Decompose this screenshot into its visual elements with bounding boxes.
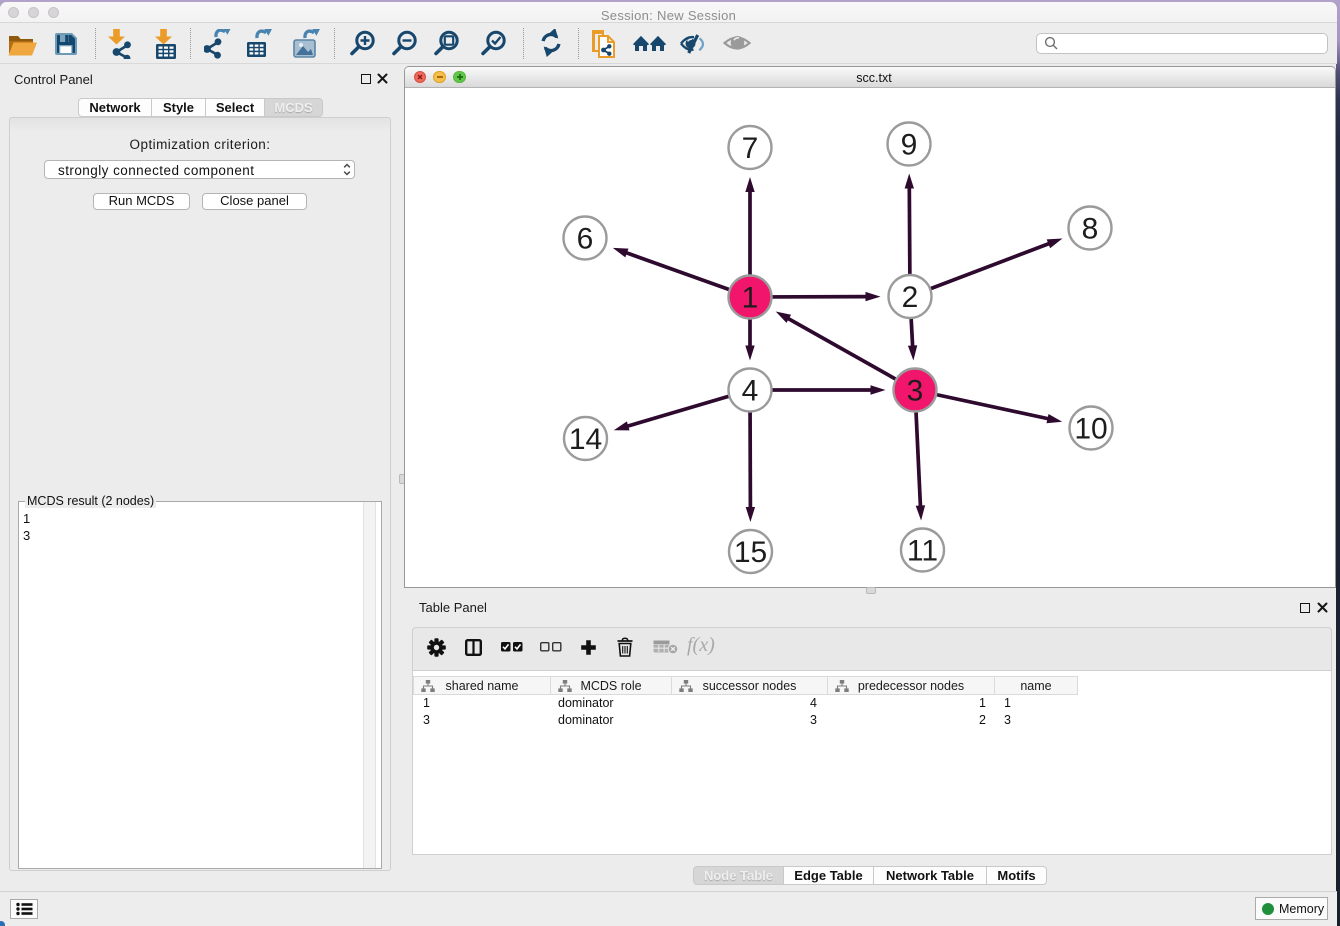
svg-text:6: 6 [577, 223, 594, 256]
svg-text:10: 10 [1074, 413, 1107, 446]
svg-text:9: 9 [901, 129, 918, 162]
svg-text:1: 1 [742, 282, 759, 315]
svg-text:14: 14 [569, 423, 602, 456]
svg-text:8: 8 [1082, 213, 1099, 246]
svg-text:15: 15 [734, 536, 767, 569]
svg-text:11: 11 [907, 535, 938, 568]
svg-text:4: 4 [742, 375, 759, 408]
svg-text:3: 3 [907, 375, 924, 408]
svg-text:7: 7 [742, 132, 759, 165]
svg-text:2: 2 [902, 281, 919, 314]
